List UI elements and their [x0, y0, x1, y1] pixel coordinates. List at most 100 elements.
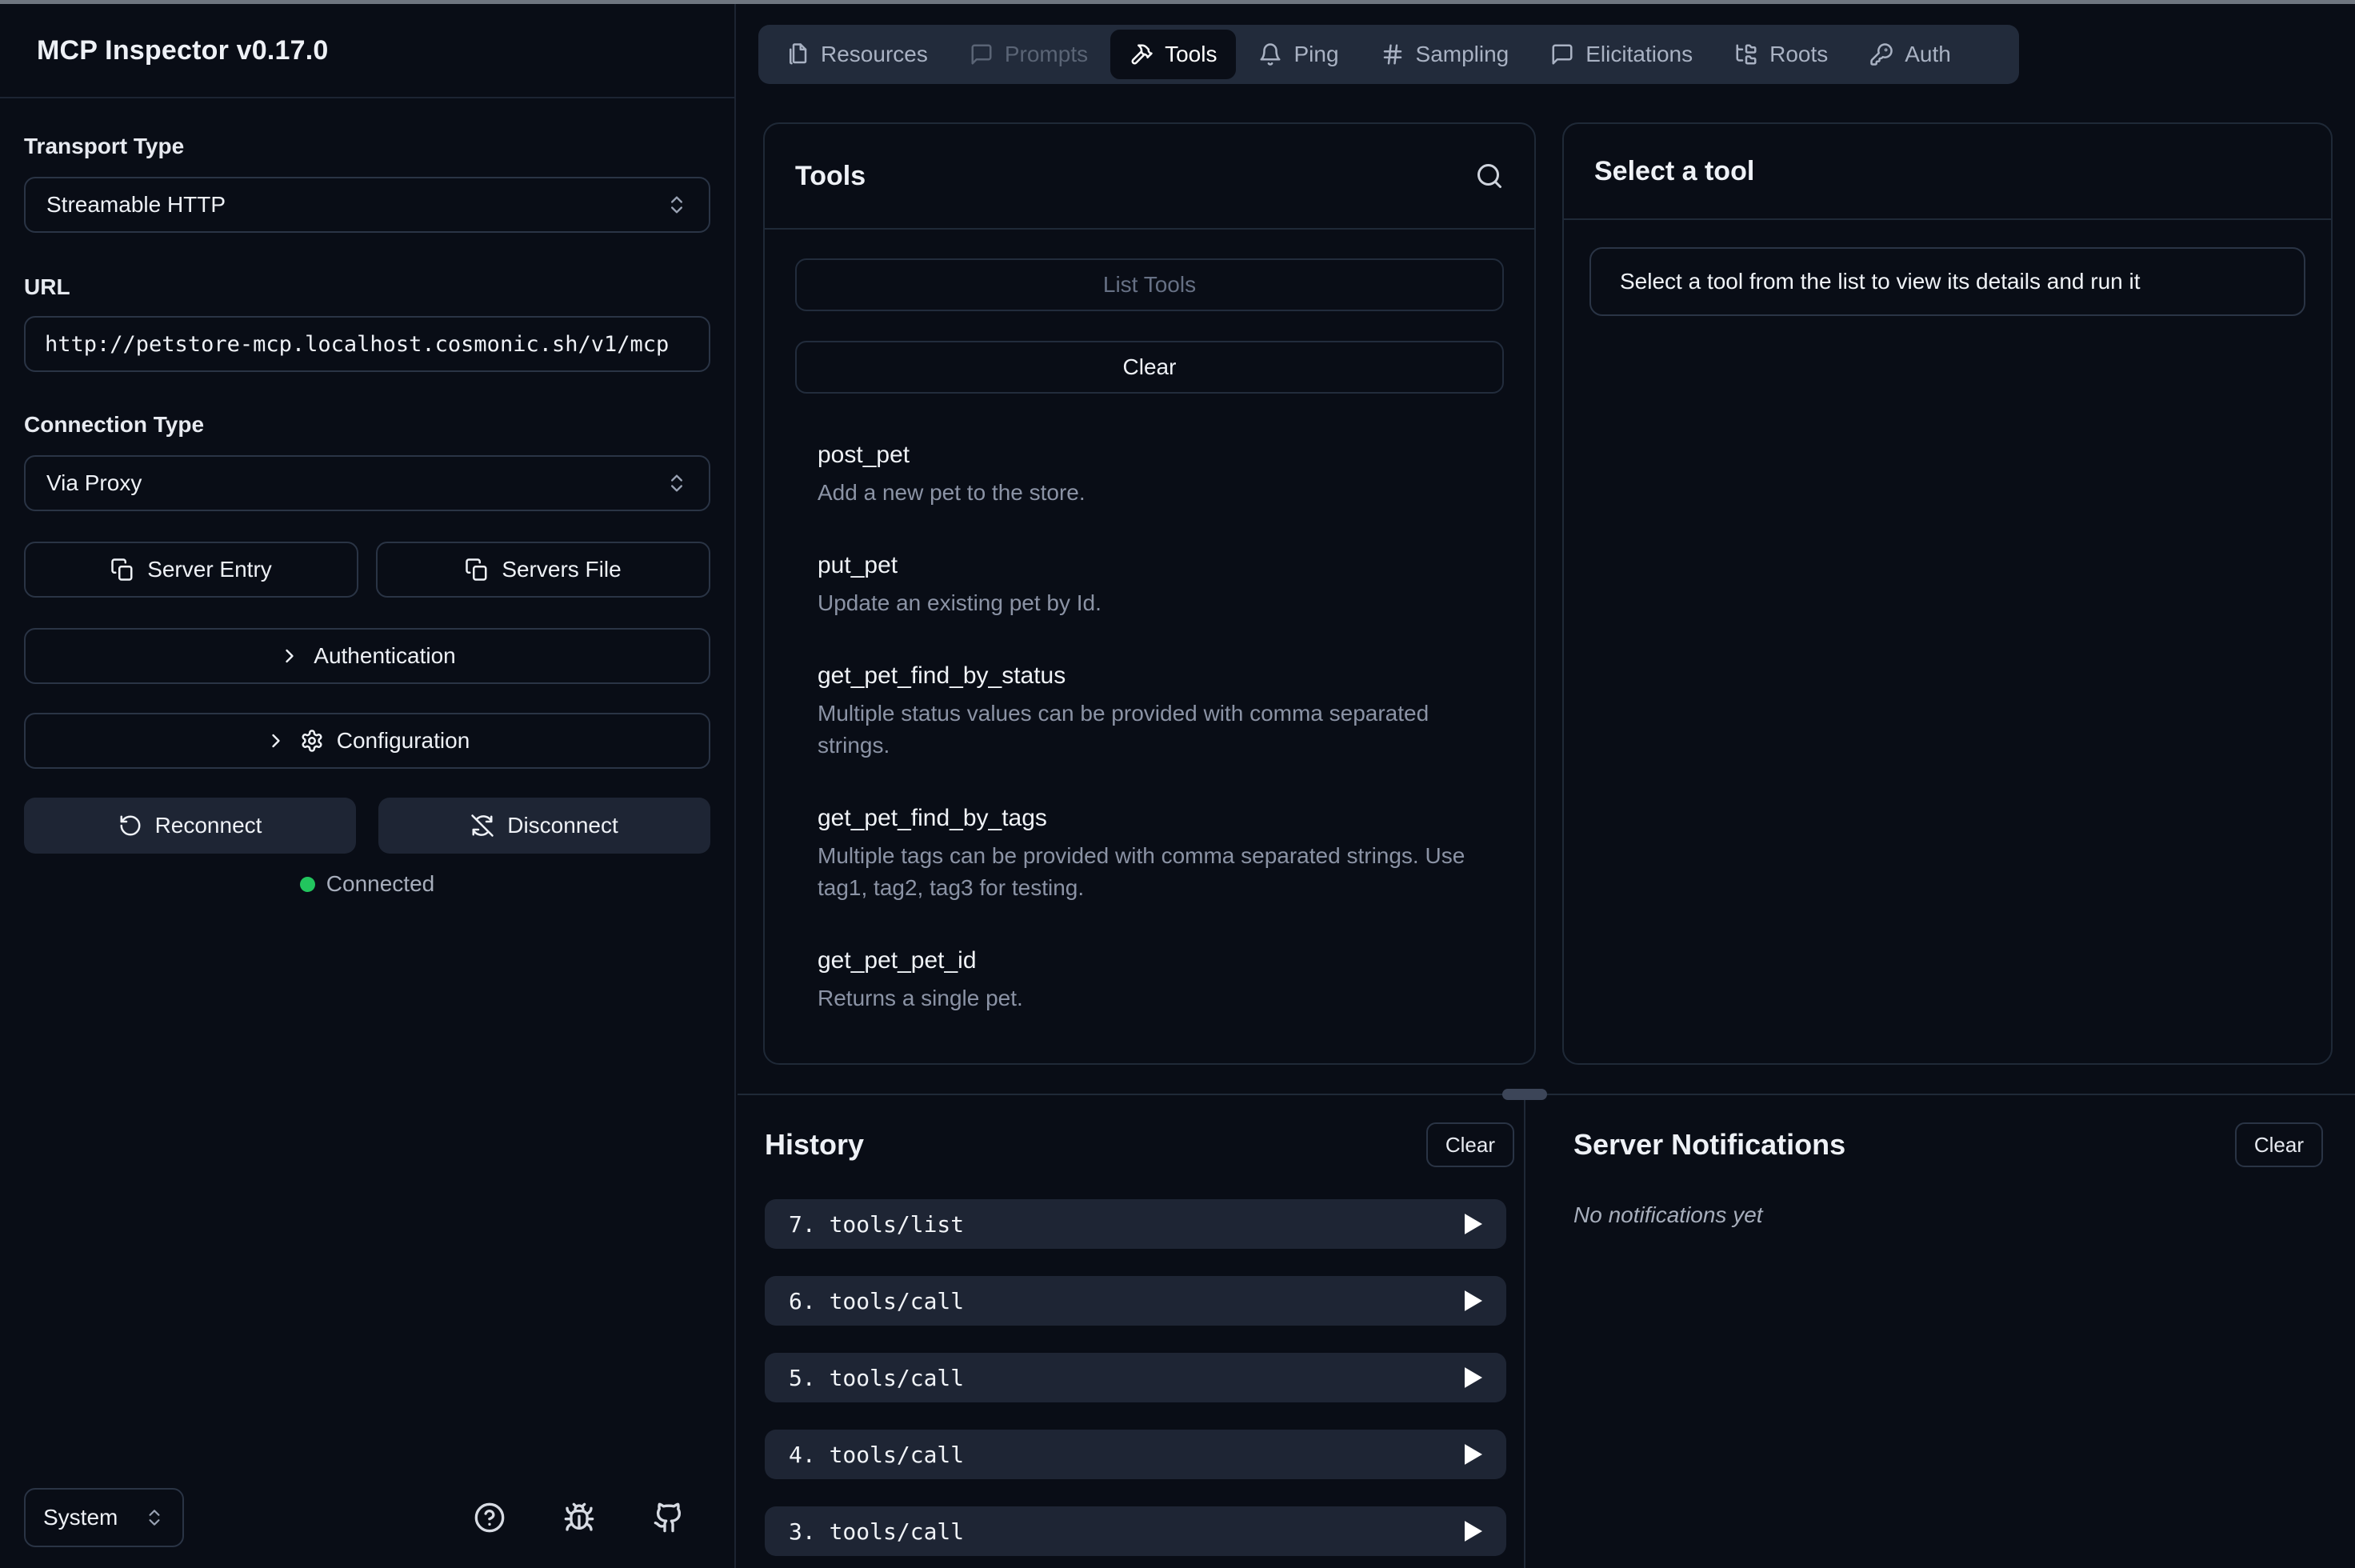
tools-panel: Tools List Tools Clear post_pet Add a ne… [763, 122, 1536, 1065]
history-panel: History Clear 7. tools/list 6. tools/cal… [738, 1095, 1525, 1568]
status-label: Connected [326, 871, 434, 897]
theme-select[interactable]: System [24, 1488, 184, 1547]
chevron-right-icon [278, 645, 301, 667]
transport-type-label: Transport Type [24, 134, 710, 159]
splitter-drag-handle[interactable] [1502, 1089, 1547, 1100]
server-entry-button[interactable]: Server Entry [24, 542, 358, 598]
connection-status: Connected [24, 871, 710, 897]
bug-icon[interactable] [563, 1502, 595, 1534]
tool-name: get_pet_find_by_status [818, 662, 1504, 690]
main-area: Resources Prompts Tools Ping Sampling El… [738, 4, 2355, 1568]
tab-roots[interactable]: Roots [1715, 30, 1847, 79]
transport-type-select[interactable]: Streamable HTTP [24, 177, 710, 233]
tool-name: post_pet [818, 442, 1504, 469]
tool-description: Add a new pet to the store. [818, 477, 1481, 509]
configuration-expander[interactable]: Configuration [24, 713, 710, 769]
servers-file-button[interactable]: Servers File [376, 542, 710, 598]
tab-sampling[interactable]: Sampling [1361, 30, 1529, 79]
history-row[interactable]: 7. tools/list [765, 1199, 1506, 1249]
status-dot-icon [300, 877, 315, 892]
tool-name: put_pet [818, 552, 1504, 579]
tab-label: Auth [1905, 42, 1951, 67]
help-circle-icon[interactable] [474, 1502, 506, 1534]
folder-tree-icon [1734, 42, 1758, 66]
tab-label: Roots [1769, 42, 1828, 67]
connection-type-select[interactable]: Via Proxy [24, 455, 710, 511]
sidebar-content: Transport Type Streamable HTTP URL Conne… [0, 98, 734, 1488]
expand-play-icon [1465, 1214, 1482, 1234]
tool-description: Returns a single pet. [818, 982, 1481, 1014]
tab-auth[interactable]: Auth [1850, 30, 1970, 79]
tab-ping[interactable]: Ping [1239, 30, 1357, 79]
tab-bar: Resources Prompts Tools Ping Sampling El… [758, 25, 2019, 84]
connection-type-label: Connection Type [24, 412, 710, 438]
sidebar-header: MCP Inspector v0.17.0 [0, 4, 734, 98]
server-notifications-panel: Server Notifications Clear No notificati… [1525, 1095, 2355, 1568]
github-icon[interactable] [653, 1502, 685, 1534]
tab-resources[interactable]: Resources [766, 30, 947, 79]
tool-item-get-pet-find-by-status[interactable]: get_pet_find_by_status Multiple status v… [818, 662, 1504, 762]
refresh-off-icon [470, 814, 494, 838]
disconnect-label: Disconnect [507, 813, 618, 838]
copy-icon [110, 558, 134, 582]
tab-label: Resources [821, 42, 928, 67]
hammer-icon [1130, 42, 1154, 66]
reconnect-button[interactable]: Reconnect [24, 798, 356, 854]
hash-icon [1381, 42, 1405, 66]
authentication-expander[interactable]: Authentication [24, 628, 710, 684]
list-tools-button[interactable]: List Tools [795, 258, 1504, 311]
message-square-icon [970, 42, 994, 66]
tool-detail-panel: Select a tool Select a tool from the lis… [1562, 122, 2333, 1065]
url-label: URL [24, 274, 710, 300]
notifications-empty-text: No notifications yet [1573, 1202, 2323, 1228]
clear-history-button[interactable]: Clear [1426, 1122, 1514, 1167]
history-row[interactable]: 5. tools/call [765, 1353, 1506, 1402]
tab-label: Ping [1293, 42, 1338, 67]
tool-item-get-pet-pet-id[interactable]: get_pet_pet_id Returns a single pet. [818, 947, 1504, 1014]
expand-play-icon [1465, 1521, 1482, 1542]
reconnect-label: Reconnect [155, 813, 262, 838]
tab-tools[interactable]: Tools [1110, 30, 1236, 79]
history-row[interactable]: 3. tools/call [765, 1506, 1506, 1556]
expand-play-icon [1465, 1367, 1482, 1388]
history-row-label: 6. tools/call [789, 1288, 964, 1314]
tab-label: Elicitations [1585, 42, 1693, 67]
history-row-label: 7. tools/list [789, 1211, 964, 1238]
history-row[interactable]: 4. tools/call [765, 1430, 1506, 1479]
tool-item-put-pet[interactable]: put_pet Update an existing pet by Id. [818, 552, 1504, 619]
search-icon[interactable] [1475, 162, 1504, 190]
tab-label: Sampling [1416, 42, 1509, 67]
tab-elicitations[interactable]: Elicitations [1531, 30, 1712, 79]
bell-icon [1258, 42, 1282, 66]
servers-file-label: Servers File [502, 557, 621, 582]
tool-item-post-pet[interactable]: post_pet Add a new pet to the store. [818, 442, 1504, 509]
url-input[interactable] [24, 316, 710, 372]
history-list: 7. tools/list 6. tools/call 5. tools/cal… [765, 1199, 1506, 1568]
history-row[interactable]: 6. tools/call [765, 1276, 1506, 1326]
tab-label: Tools [1165, 42, 1217, 67]
tools-panel-title: Tools [795, 161, 866, 192]
expand-play-icon [1465, 1290, 1482, 1311]
gear-icon [300, 729, 324, 753]
tool-detail-title: Select a tool [1594, 156, 1754, 187]
tool-detail-placeholder: Select a tool from the list to view its … [1589, 247, 2305, 316]
expand-play-icon [1465, 1444, 1482, 1465]
key-icon [1869, 42, 1893, 66]
rotate-ccw-icon [118, 814, 142, 838]
files-icon [786, 42, 810, 66]
clear-tools-button[interactable]: Clear [795, 341, 1504, 394]
message-square-icon [1550, 42, 1574, 66]
server-entry-label: Server Entry [147, 557, 272, 582]
tool-item-get-pet-find-by-tags[interactable]: get_pet_find_by_tags Multiple tags can b… [818, 805, 1504, 904]
history-title: History [765, 1128, 864, 1162]
tool-name: get_pet_pet_id [818, 947, 1504, 974]
tab-label: Prompts [1005, 42, 1088, 67]
history-row-label: 5. tools/call [789, 1365, 964, 1391]
tool-description: Multiple status values can be provided w… [818, 698, 1481, 762]
tab-prompts[interactable]: Prompts [950, 30, 1107, 79]
bottom-split: History Clear 7. tools/list 6. tools/cal… [738, 1094, 2355, 1568]
tool-description: Multiple tags can be provided with comma… [818, 840, 1481, 904]
disconnect-button[interactable]: Disconnect [378, 798, 710, 854]
configuration-label: Configuration [337, 728, 470, 754]
clear-notifications-button[interactable]: Clear [2235, 1122, 2323, 1167]
